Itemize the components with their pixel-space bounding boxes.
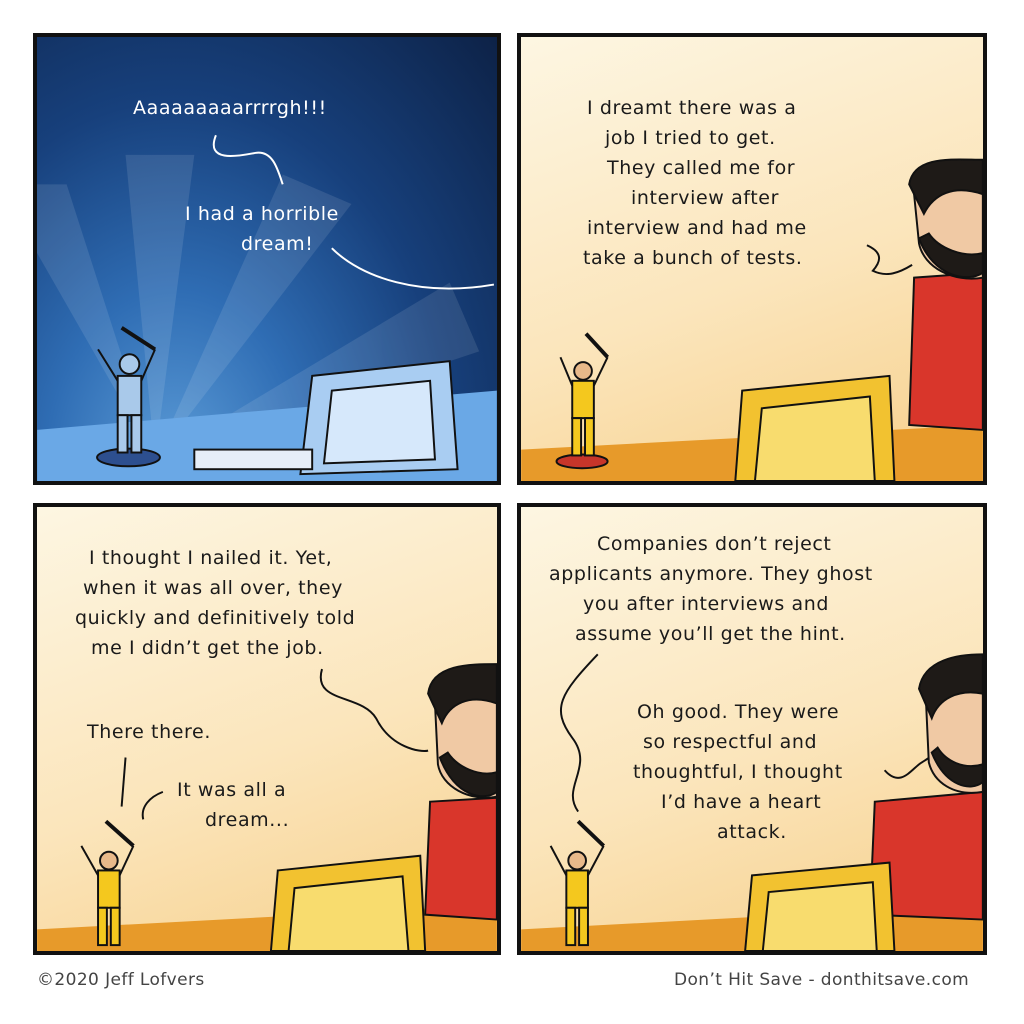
speech-tail-dreamt <box>866 244 913 275</box>
speech-tail-nailed <box>319 668 429 752</box>
speech-oh-good-4: I’d have a heart <box>661 791 822 813</box>
speech-oh-good-3: thoughtful, I thought <box>633 761 843 783</box>
speech-tail-companies <box>559 653 599 813</box>
speech-dreamt-6: take a bunch of tests. <box>583 247 803 269</box>
speech-all-a-dream-2: dream... <box>205 809 290 831</box>
speech-dreamt-4: interview after <box>631 187 780 209</box>
comic-panel-1: Aaaaaaaaarrrrgh!!! I had a horrible drea… <box>33 33 501 485</box>
speech-dream: dream! <box>241 233 314 255</box>
speech-tail-scream <box>212 134 284 185</box>
speech-dreamt-1: I dreamt there was a <box>587 97 797 119</box>
speech-nailed-1: I thought I nailed it. Yet, <box>89 547 333 569</box>
speech-oh-good-5: attack. <box>717 821 787 843</box>
speech-dreamt-3: They called me for <box>607 157 796 179</box>
man <box>908 158 983 431</box>
computer-monitor <box>269 854 427 951</box>
speech-companies-1: Companies don’t reject <box>597 533 832 555</box>
copyright-credit: ©2020 Jeff Lofvers <box>37 970 205 990</box>
speech-nailed-4: me I didn’t get the job. <box>91 637 324 659</box>
speech-tail-all-dream <box>141 790 164 820</box>
speech-companies-3: you after interviews and <box>583 593 830 615</box>
speech-there-there: There there. <box>87 721 211 743</box>
speech-companies-2: applicants anymore. They ghost <box>549 563 873 585</box>
speech-tail-there <box>120 757 127 807</box>
comic-panel-3: I thought I nailed it. Yet, when it was … <box>33 503 501 955</box>
speech-companies-4: assume you’ll get the hint. <box>575 623 846 645</box>
speech-nailed-3: quickly and definitively told <box>75 607 356 629</box>
comic-panel-2: I dreamt there was a job I tried to get.… <box>517 33 987 485</box>
speech-tail-oh-good <box>883 752 935 779</box>
speech-dreamt-5: interview and had me <box>587 217 807 239</box>
speech-oh-good-1: Oh good. They were <box>637 701 840 723</box>
speech-nailed-2: when it was all over, they <box>83 577 343 599</box>
man <box>424 663 497 921</box>
speech-horrible: I had a horrible <box>185 203 339 225</box>
computer-monitor <box>734 374 896 481</box>
computer-monitor <box>744 861 896 951</box>
comic-panel-4: Companies don’t reject applicants anymor… <box>517 503 987 955</box>
speech-oh-good-2: so respectful and <box>643 731 818 753</box>
speech-dreamt-2: job I tried to get. <box>605 127 776 149</box>
speech-tail-dream <box>331 247 495 290</box>
speech-scream: Aaaaaaaaarrrrgh!!! <box>133 97 327 119</box>
site-credit: Don’t Hit Save - donthitsave.com <box>674 970 970 990</box>
speech-all-a-dream-1: It was all a <box>177 779 287 801</box>
